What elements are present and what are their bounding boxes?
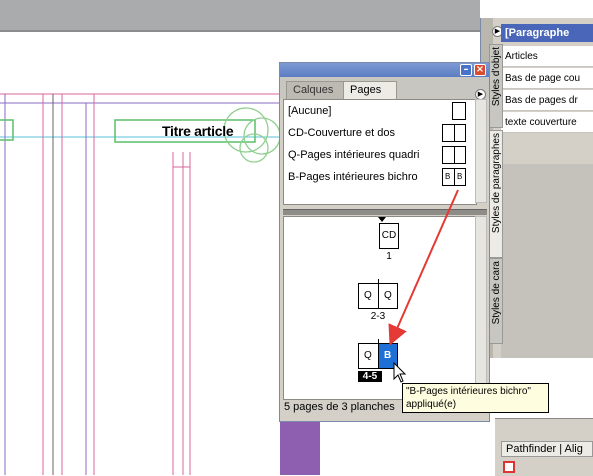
mouse-cursor-icon bbox=[393, 362, 407, 383]
drop-tooltip: "B-Pages intérieures bichro" appliqué(e) bbox=[402, 383, 549, 413]
